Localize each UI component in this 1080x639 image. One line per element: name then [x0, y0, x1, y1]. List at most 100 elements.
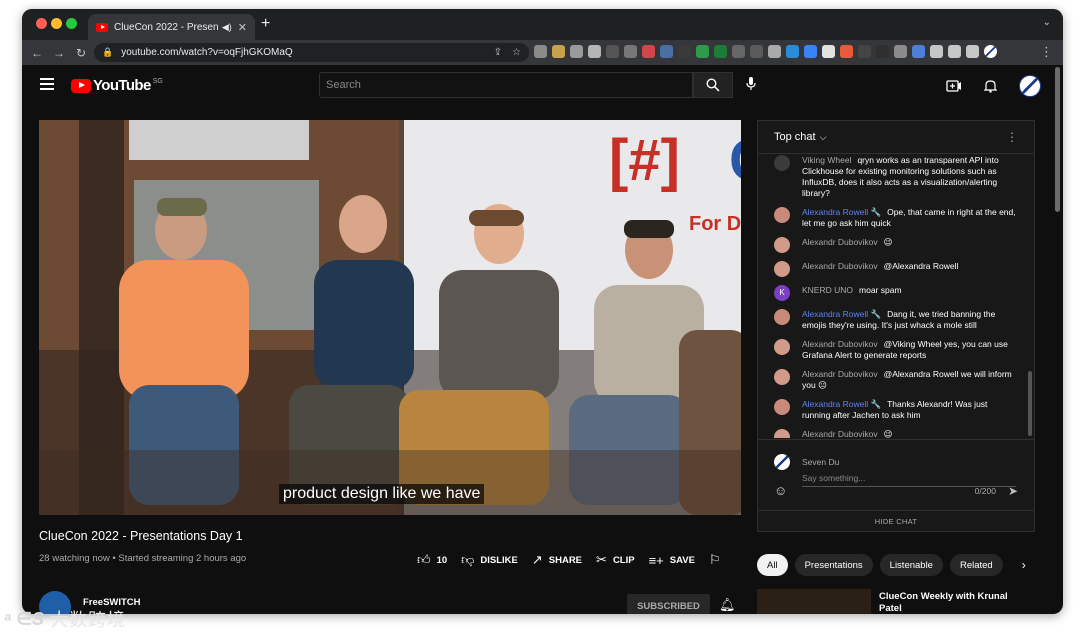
chat-message[interactable]: K KNERD UNO moar spam [758, 285, 1028, 301]
clip-button[interactable]: ✂ CLIP [596, 552, 635, 568]
bookmark-star-icon[interactable]: ☆ [512, 47, 521, 58]
reload-icon[interactable]: ↻ [70, 46, 92, 60]
chip-related[interactable]: Related [949, 554, 1003, 576]
chat-author-name[interactable]: Alexandr Dubovikov [802, 429, 878, 438]
chat-author-name[interactable]: Alexandr Dubovikov [802, 261, 878, 271]
account-avatar[interactable] [1019, 75, 1041, 97]
lock-icon[interactable]: 🔒 [102, 47, 113, 58]
pocket-icon[interactable] [642, 45, 655, 58]
save-button[interactable]: ≡+ SAVE [649, 553, 695, 568]
profile-icon[interactable] [984, 45, 997, 58]
chat-message-list[interactable]: Viking Wheel qryn works as an transparent… [758, 155, 1028, 438]
notifications-bell-icon[interactable] [984, 79, 997, 93]
sidepanel-icon[interactable] [966, 45, 979, 58]
media-icon[interactable] [948, 45, 961, 58]
subscribed-button[interactable]: SUBSCRIBED [627, 594, 710, 614]
hamburger-menu-icon[interactable] [40, 78, 54, 90]
youtube-logo[interactable]: YouTube SG [71, 77, 163, 94]
dislike-button[interactable]: 👎︎ DISLIKE [461, 552, 518, 568]
extension-icon[interactable] [786, 45, 799, 58]
close-window-button[interactable] [36, 18, 47, 29]
chevron-down-icon[interactable]: ⌵ [820, 132, 827, 143]
chat-message[interactable]: Alexandra Rowell 🔧 Thanks Alexandr! Was j… [758, 399, 1028, 421]
share-icon[interactable]: ⇪ [494, 47, 502, 58]
search-button[interactable] [693, 72, 733, 98]
tab-search-icon[interactable]: ⌄ [1043, 17, 1051, 28]
chat-author-name[interactable]: Alexandr Dubovikov [802, 339, 878, 349]
extension-icon[interactable] [804, 45, 817, 58]
extension-icon[interactable] [660, 45, 673, 58]
browser-window: ClueCon 2022 - Presentatio ◀) ✕ + ⌄ ← → … [22, 9, 1063, 614]
chat-author-name[interactable]: Alexandra Rowell 🔧 [802, 399, 881, 409]
header-actions [946, 75, 1041, 97]
chat-author-name[interactable]: Viking Wheel [802, 155, 851, 165]
address-bar[interactable]: 🔒 youtube.com/watch?v=oqFjhGKOMaQ ⇪ ☆ [94, 43, 529, 62]
extension-icon[interactable] [750, 45, 763, 58]
more-options-icon[interactable]: ⋮ [1006, 130, 1018, 144]
extension-icon[interactable] [894, 45, 907, 58]
chip-all[interactable]: All [757, 554, 788, 576]
page-scrollbar[interactable] [1055, 67, 1060, 212]
chat-message[interactable]: Alexandr Dubovikov 😉 [758, 237, 1028, 253]
chat-message[interactable]: Alexandr Dubovikov @Alexandra Rowell we w… [758, 369, 1028, 391]
extension-icon[interactable] [696, 45, 709, 58]
chat-author-name[interactable]: Alexandra Rowell 🔧 [802, 207, 881, 217]
minimize-window-button[interactable] [51, 18, 62, 29]
chat-author-name[interactable]: Alexandr Dubovikov [802, 369, 878, 379]
extension-icon[interactable] [534, 45, 547, 58]
related-filter-chips: All Presentations Listenable Related › [757, 554, 1026, 576]
chat-author-name[interactable]: Alexandra Rowell 🔧 [802, 309, 881, 319]
channel-bell-icon[interactable]: 🔔︎ [719, 597, 736, 613]
search-input[interactable]: Search [319, 72, 693, 98]
chevron-right-icon[interactable]: › [1022, 558, 1026, 572]
new-tab-button[interactable]: + [261, 15, 270, 33]
extension-icon[interactable] [570, 45, 583, 58]
puzzle-icon[interactable] [930, 45, 943, 58]
chat-message[interactable]: Alexandra Rowell 🔧 Dang it, we tried bann… [758, 309, 1028, 331]
chat-message[interactable]: Alexandr Dubovikov @Viking Wheel yes, you… [758, 339, 1028, 361]
extension-icon[interactable] [588, 45, 601, 58]
like-button[interactable]: 👍︎ 10 [417, 552, 447, 568]
hide-chat-button[interactable]: HIDE CHAT [758, 510, 1034, 531]
chat-author-name[interactable]: Alexandr Dubovikov [802, 237, 878, 247]
chat-scrollbar[interactable] [1028, 371, 1032, 436]
related-video-title[interactable]: ClueCon Weekly with Krunal Patel [879, 591, 1019, 614]
microphone-icon[interactable] [746, 77, 756, 94]
related-video-thumbnail[interactable] [757, 589, 871, 614]
forward-icon[interactable]: → [48, 46, 70, 60]
emoji-picker-icon[interactable]: ☺ [774, 483, 787, 498]
extension-icon[interactable] [822, 45, 835, 58]
extension-icon[interactable] [678, 45, 691, 58]
extension-icon[interactable] [768, 45, 781, 58]
extension-icon[interactable] [732, 45, 745, 58]
extension-icon[interactable] [714, 45, 727, 58]
chat-message[interactable]: Alexandra Rowell 🔧 Ope, that came in righ… [758, 207, 1028, 229]
tab-youtube[interactable]: ClueCon 2022 - Presentatio ◀) ✕ [88, 14, 255, 40]
create-video-icon[interactable] [946, 80, 962, 92]
send-icon[interactable]: ➤ [1008, 484, 1018, 498]
maximize-window-button[interactable] [66, 18, 77, 29]
report-button[interactable]: ⚐ [709, 552, 721, 568]
chip-presentations[interactable]: Presentations [794, 554, 873, 576]
back-icon[interactable]: ← [26, 46, 48, 60]
chip-listenable[interactable]: Listenable [879, 554, 943, 576]
top-chat-selector[interactable]: Top chat [774, 131, 816, 143]
chat-message-body: Alexandr Dubovikov @Alexandra Rowell we w… [802, 369, 1016, 391]
video-player[interactable]: [#] C For D product desig [39, 120, 741, 515]
extension-icon[interactable] [876, 45, 889, 58]
chat-message[interactable]: Alexandr Dubovikov 😉 [758, 429, 1028, 438]
speaker-icon[interactable]: ◀) [222, 22, 232, 33]
extension-icon[interactable] [858, 45, 871, 58]
share-button[interactable]: ↗ SHARE [532, 552, 582, 568]
chat-message[interactable]: Viking Wheel qryn works as an transparent… [758, 155, 1028, 199]
extension-icon[interactable] [606, 45, 619, 58]
chat-author-name[interactable]: KNERD UNO [802, 285, 853, 295]
close-tab-icon[interactable]: ✕ [238, 21, 247, 34]
chat-message[interactable]: Alexandr Dubovikov @Alexandra Rowell [758, 261, 1028, 277]
extension-icon[interactable] [840, 45, 853, 58]
video-subtitle: product design like we have [279, 484, 485, 504]
browser-menu-icon[interactable]: ⋮ [1040, 44, 1053, 60]
extension-icon[interactable] [912, 45, 925, 58]
extension-icon[interactable] [552, 45, 565, 58]
extension-icon[interactable] [624, 45, 637, 58]
